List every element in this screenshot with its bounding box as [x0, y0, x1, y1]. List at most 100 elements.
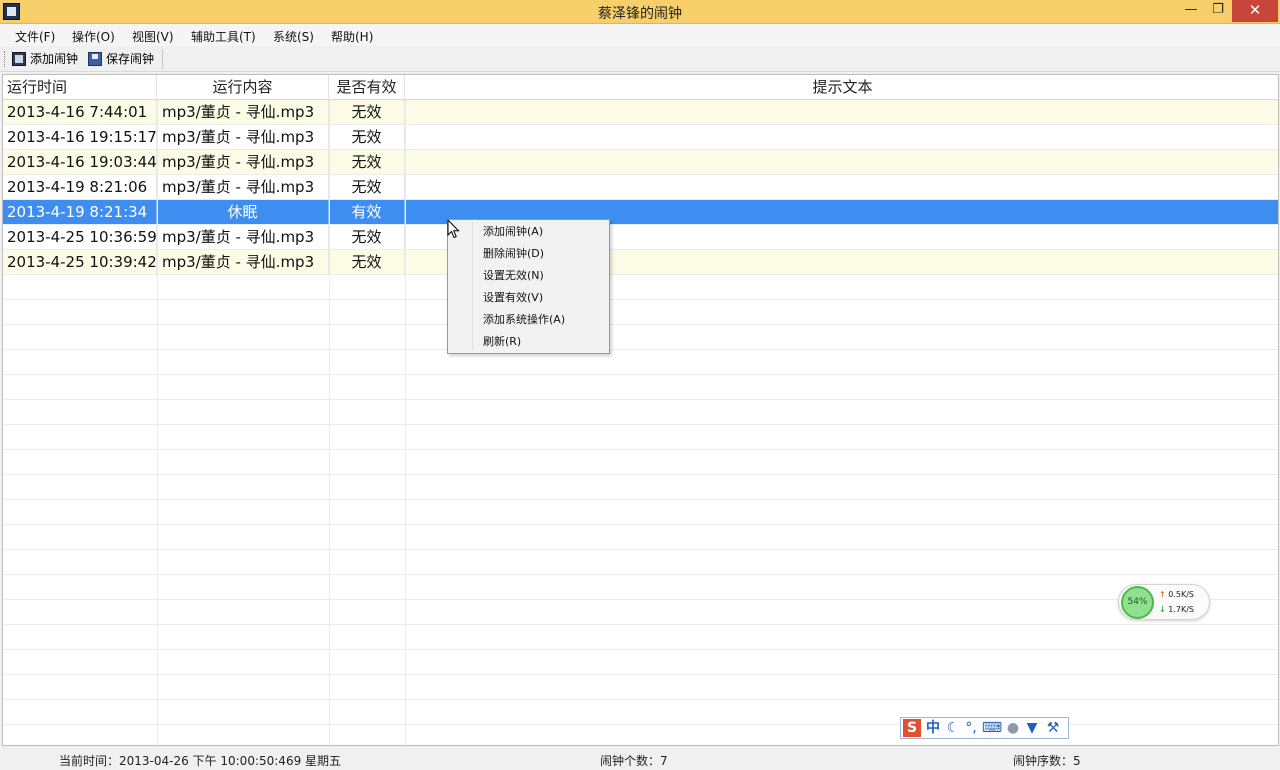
table-row[interactable]: 2013-4-25 10:39:42 mp3/董贞 - 寻仙.mp3 无效	[3, 250, 1278, 275]
window-title: 蔡泽锋的闹钟	[598, 6, 682, 22]
table-row[interactable]: 2013-4-25 10:36:59 mp3/董贞 - 寻仙.mp3 无效	[3, 225, 1278, 250]
empty-row	[3, 425, 1278, 450]
keyboard-icon[interactable]: ⌨	[981, 719, 1003, 737]
menu-view[interactable]: 视图(V)	[132, 28, 174, 45]
ime-toolbar: S 中 ☾ °, ⌨ ● ▼ ⚒	[900, 717, 1069, 739]
download-speed: ↓ 1.7K/S	[1159, 605, 1194, 614]
column-header-valid[interactable]: 是否有效	[329, 75, 405, 100]
table-row[interactable]: 2013-4-16 7:44:01 mp3/董贞 - 寻仙.mp3 无效	[3, 100, 1278, 125]
context-menu: 添加闹钟(A) 删除闹钟(D) 设置无效(N) 设置有效(V) 添加系统操作(A…	[447, 219, 610, 354]
ime-chinese-mode[interactable]: 中	[923, 719, 943, 737]
download-speed-value: 1.7K/S	[1168, 605, 1194, 614]
empty-row	[3, 300, 1278, 325]
toolbar-separator	[162, 49, 163, 69]
empty-row	[3, 525, 1278, 550]
network-speed-widget[interactable]: 54% ↑ 0.5K/S ↓ 1.7K/S	[1118, 584, 1210, 620]
cell-time: 2013-4-19 8:21:06	[3, 175, 157, 199]
cell-time: 2013-4-25 10:39:42	[3, 250, 157, 274]
add-alarm-label: 添加闹钟	[30, 52, 79, 66]
minimize-button[interactable]: —	[1178, 0, 1204, 22]
wrench-icon[interactable]: ⚒	[1043, 719, 1063, 737]
cell-time: 2013-4-16 19:03:44	[3, 150, 157, 174]
upload-speed: ↑ 0.5K/S	[1159, 590, 1194, 599]
cell-content: mp3/董贞 - 寻仙.mp3	[157, 100, 329, 124]
title-bar: 蔡泽锋的闹钟 — ❐ ✕	[0, 0, 1280, 24]
cell-hint	[405, 150, 1278, 174]
ctx-delete-alarm[interactable]: 删除闹钟(D)	[483, 243, 544, 265]
add-alarm-icon	[12, 52, 26, 66]
download-arrow-icon: ↓	[1159, 605, 1166, 614]
ime-punctuation[interactable]: °,	[963, 719, 979, 737]
alarm-table[interactable]: 运行时间 运行内容 是否有效 提示文本 2013-4-16 7:44:01 mp…	[2, 74, 1279, 746]
user-icon[interactable]: ●	[1005, 719, 1021, 737]
cell-hint	[405, 175, 1278, 199]
table-row[interactable]: 2013-4-16 19:15:17 mp3/董贞 - 寻仙.mp3 无效	[3, 125, 1278, 150]
cell-hint	[405, 125, 1278, 149]
empty-row	[3, 600, 1278, 625]
upload-arrow-icon: ↑	[1159, 590, 1166, 599]
column-header-hint[interactable]: 提示文本	[405, 75, 1278, 100]
cell-valid: 无效	[329, 125, 405, 149]
empty-row	[3, 725, 1278, 745]
close-button[interactable]: ✕	[1232, 0, 1278, 22]
menu-tools[interactable]: 辅助工具(T)	[191, 28, 256, 45]
save-alarm-button[interactable]: 保存闹钟	[88, 50, 154, 68]
empty-row	[3, 675, 1278, 700]
empty-row	[3, 700, 1278, 725]
ctx-set-valid[interactable]: 设置有效(V)	[483, 287, 543, 309]
table-row[interactable]: 2013-4-19 8:21:06 mp3/董贞 - 寻仙.mp3 无效	[3, 175, 1278, 200]
menu-system[interactable]: 系统(S)	[273, 28, 314, 45]
column-header-content[interactable]: 运行内容	[157, 75, 329, 100]
cell-hint	[405, 100, 1278, 124]
empty-row	[3, 400, 1278, 425]
menu-bar: 文件(F) 操作(O) 视图(V) 辅助工具(T) 系统(S) 帮助(H)	[0, 24, 1280, 46]
empty-row	[3, 450, 1278, 475]
moon-icon[interactable]: ☾	[945, 719, 961, 737]
cell-content: mp3/董贞 - 寻仙.mp3	[157, 250, 329, 274]
cell-valid: 无效	[329, 100, 405, 124]
add-alarm-button[interactable]: 添加闹钟	[12, 50, 78, 68]
cell-content: 休眠	[157, 200, 329, 224]
cell-content: mp3/董贞 - 寻仙.mp3	[157, 150, 329, 174]
cell-valid: 有效	[329, 200, 405, 224]
column-divider	[405, 100, 406, 745]
save-icon	[88, 52, 102, 66]
status-alarm-count: 闹钟个数：7	[600, 754, 668, 768]
ctx-set-invalid[interactable]: 设置无效(N)	[483, 265, 544, 287]
memory-usage-ball[interactable]: 54%	[1121, 586, 1154, 619]
table-row[interactable]: 2013-4-16 19:03:44 mp3/董贞 - 寻仙.mp3 无效	[3, 150, 1278, 175]
empty-row	[3, 625, 1278, 650]
empty-row	[3, 275, 1278, 300]
save-alarm-label: 保存闹钟	[106, 52, 155, 66]
ctx-refresh[interactable]: 刷新(R)	[483, 331, 521, 353]
shirt-icon[interactable]: ▼	[1023, 719, 1041, 737]
cell-time: 2013-4-16 7:44:01	[3, 100, 157, 124]
status-alarm-index: 闹钟序数：5	[1013, 754, 1081, 768]
menu-operation[interactable]: 操作(O)	[72, 28, 115, 45]
cell-time: 2013-4-25 10:36:59	[3, 225, 157, 249]
empty-row	[3, 350, 1278, 375]
ctx-add-system-op[interactable]: 添加系统操作(A)	[483, 309, 565, 331]
status-bar: 当前时间：2013-04-26 下午 10:00:50:469 星期五 闹钟个数…	[0, 747, 1280, 770]
ctx-add-alarm[interactable]: 添加闹钟(A)	[483, 221, 543, 243]
cell-valid: 无效	[329, 150, 405, 174]
cell-valid: 无效	[329, 175, 405, 199]
cell-valid: 无效	[329, 250, 405, 274]
column-header-time[interactable]: 运行时间	[3, 75, 157, 100]
table-row-selected[interactable]: 2013-4-19 8:21:34 休眠 有效	[3, 200, 1278, 225]
ime-logo-icon[interactable]: S	[903, 719, 921, 737]
toolbar-grip[interactable]	[4, 51, 7, 67]
empty-row	[3, 650, 1278, 675]
column-divider	[329, 100, 330, 745]
column-divider	[157, 100, 158, 745]
menu-file[interactable]: 文件(F)	[15, 28, 55, 45]
empty-row	[3, 575, 1278, 600]
upload-speed-value: 0.5K/S	[1168, 590, 1194, 599]
cell-content: mp3/董贞 - 寻仙.mp3	[157, 175, 329, 199]
restore-button[interactable]: ❐	[1204, 0, 1232, 22]
cell-time: 2013-4-16 19:15:17	[3, 125, 157, 149]
menu-help[interactable]: 帮助(H)	[331, 28, 373, 45]
cell-time: 2013-4-19 8:21:34	[3, 200, 157, 224]
empty-row	[3, 375, 1278, 400]
empty-row	[3, 550, 1278, 575]
